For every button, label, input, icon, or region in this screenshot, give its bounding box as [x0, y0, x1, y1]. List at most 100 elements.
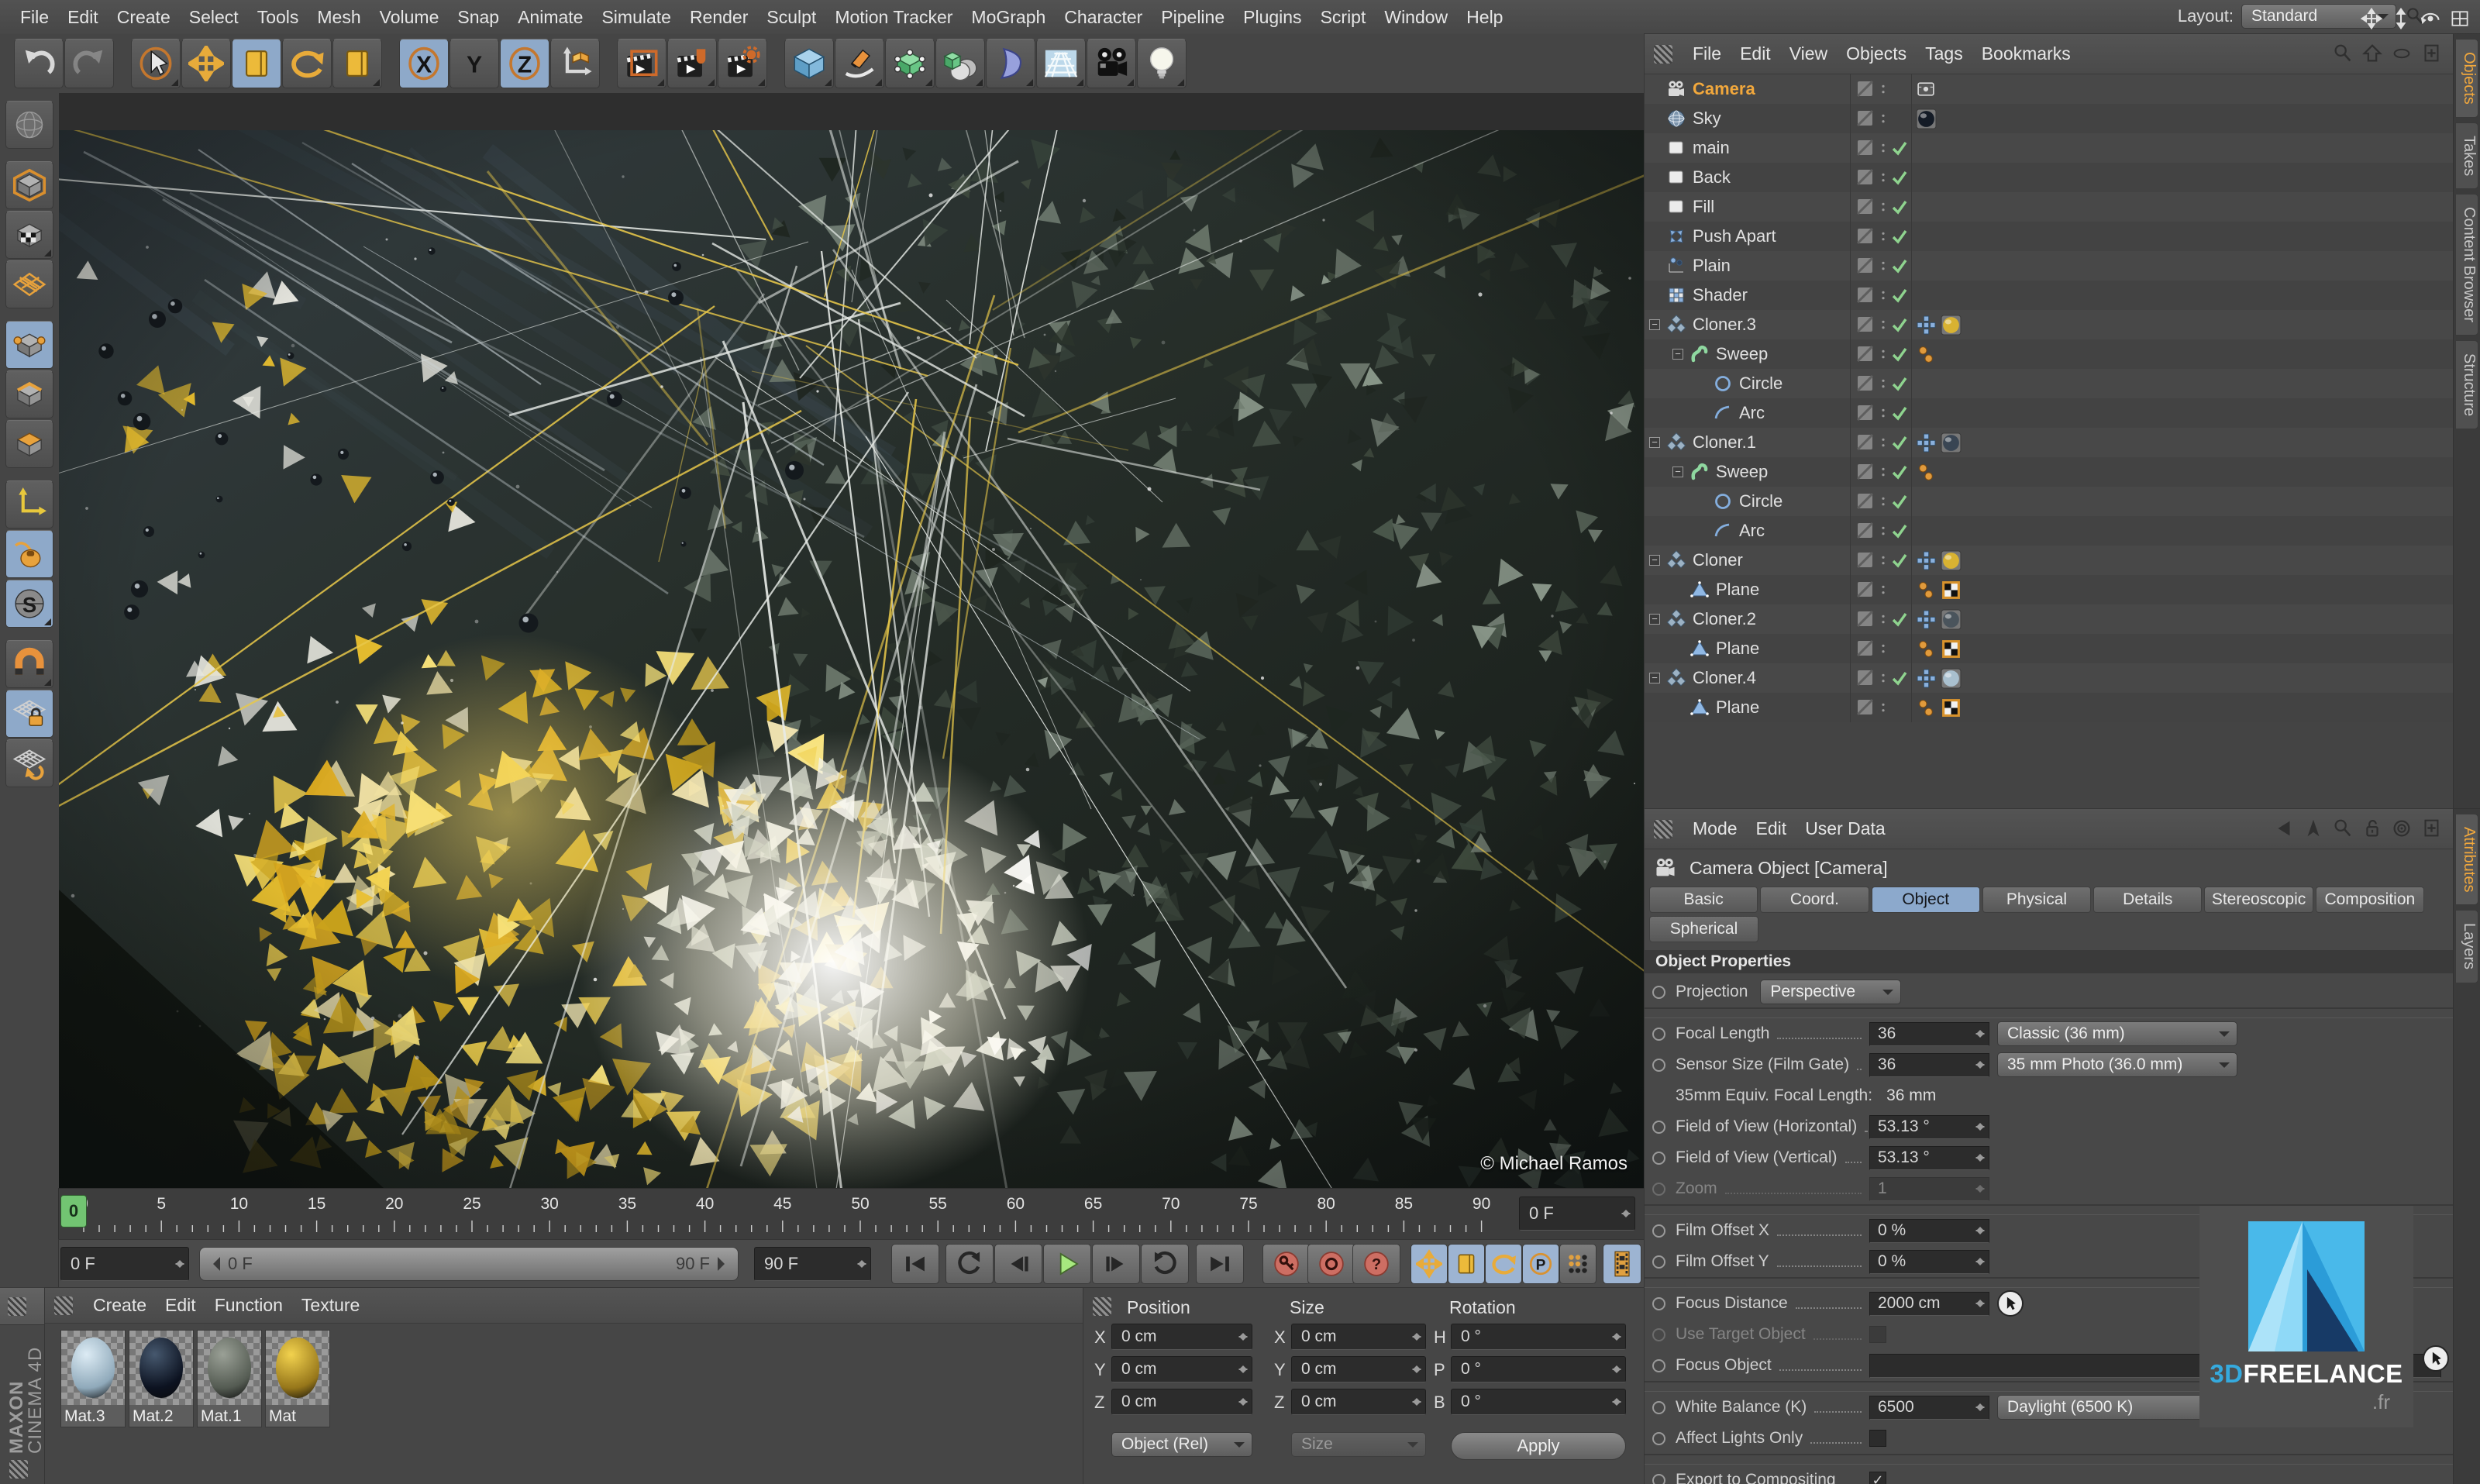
- panel-grip-icon[interactable]: [1654, 820, 1672, 838]
- tab-spherical[interactable]: Spherical: [1649, 916, 1758, 942]
- stepper-icon[interactable]: [1975, 1222, 1985, 1239]
- object-row-main[interactable]: main: [1645, 133, 2454, 163]
- layer-color-swatch[interactable]: [1855, 256, 1876, 276]
- key-rotation-button[interactable]: [1485, 1244, 1522, 1284]
- checker-tag-icon[interactable]: [1941, 580, 1962, 601]
- material-tag-icon[interactable]: [1941, 550, 1962, 571]
- eye-icon[interactable]: [2390, 42, 2413, 65]
- object-menu-tags[interactable]: Tags: [1916, 43, 1972, 64]
- stepper-icon[interactable]: [1412, 1328, 1421, 1345]
- object-row-push-apart[interactable]: Push Apart: [1645, 222, 2454, 251]
- tab-coord-[interactable]: Coord.: [1760, 887, 1869, 913]
- up-arrow-icon[interactable]: [2361, 42, 2384, 65]
- stepper-icon[interactable]: [1238, 1328, 1248, 1345]
- go-to-previous-key-button[interactable]: [946, 1244, 994, 1284]
- position-x-field[interactable]: 0 cm: [1111, 1324, 1252, 1350]
- tab-physical[interactable]: Physical: [1982, 887, 2091, 913]
- stepper-icon[interactable]: [1975, 1025, 1985, 1042]
- spline-pen[interactable]: [835, 39, 884, 88]
- visibility-dots-icon[interactable]: [1877, 197, 1889, 217]
- menu-render[interactable]: Render: [680, 7, 757, 27]
- undo-button[interactable]: [14, 39, 64, 88]
- menu-file[interactable]: File: [11, 7, 58, 27]
- dock-tab-structure[interactable]: Structure: [2455, 340, 2478, 429]
- pan-icon[interactable]: [2361, 8, 2382, 29]
- layer-color-swatch[interactable]: [1855, 285, 1876, 305]
- attr-value-field[interactable]: 53.13 °: [1869, 1146, 1989, 1170]
- dots2-tag-icon[interactable]: [1916, 697, 1937, 718]
- object-row-cloner-3[interactable]: −Cloner.3: [1645, 310, 2454, 339]
- lock-x-axis[interactable]: X: [399, 39, 449, 88]
- collapse-toggle-icon[interactable]: −: [1672, 349, 1683, 360]
- rotate-tool[interactable]: [282, 39, 332, 88]
- stepper-icon[interactable]: [857, 1255, 866, 1272]
- visibility-dots-icon[interactable]: [1877, 226, 1889, 246]
- visibility-dots-icon[interactable]: [1877, 167, 1889, 188]
- stepper-icon[interactable]: [1975, 1149, 1985, 1166]
- keyframe-radio-icon[interactable]: [1652, 1183, 1665, 1196]
- size-y-field[interactable]: 0 cm: [1291, 1356, 1426, 1382]
- size-mode-dropdown[interactable]: Size: [1291, 1432, 1426, 1457]
- viewport-solo-mode[interactable]: [5, 530, 53, 578]
- attr-value-field[interactable]: 6500: [1869, 1396, 1989, 1420]
- keyframe-radio-icon[interactable]: [1652, 1432, 1665, 1445]
- collapse-toggle-icon[interactable]: −: [1649, 319, 1660, 330]
- dots2-tag-icon[interactable]: [1916, 639, 1937, 659]
- material-tag-icon[interactable]: [1941, 668, 1962, 689]
- dock-tab-objects[interactable]: Objects: [2455, 39, 2478, 118]
- attribute-menu-user-data[interactable]: User Data: [1796, 818, 1895, 839]
- position-z-field[interactable]: 0 cm: [1111, 1389, 1252, 1415]
- dock-tab-takes[interactable]: Takes: [2455, 122, 2478, 189]
- frame-range-slider[interactable]: 0 F90 F: [199, 1247, 739, 1281]
- menu-animate[interactable]: Animate: [508, 7, 592, 27]
- visibility-dots-icon[interactable]: [1877, 462, 1889, 482]
- stepper-icon[interactable]: [1238, 1393, 1248, 1410]
- visibility-dots-icon[interactable]: [1877, 580, 1889, 600]
- layer-color-swatch[interactable]: [1855, 432, 1876, 453]
- object-row-cloner[interactable]: −Cloner: [1645, 546, 2454, 575]
- enabled-check-icon[interactable]: [1889, 226, 1910, 246]
- enabled-check-icon[interactable]: [1889, 138, 1910, 158]
- panel-grip-icon[interactable]: [1093, 1297, 1111, 1316]
- visibility-dots-icon[interactable]: [1877, 521, 1889, 541]
- add-camera[interactable]: [1087, 39, 1136, 88]
- object-row-plane[interactable]: Plane: [1645, 693, 2454, 722]
- visibility-dots-icon[interactable]: [1877, 138, 1889, 158]
- material-menu-create[interactable]: Create: [84, 1295, 156, 1316]
- menu-select[interactable]: Select: [180, 7, 248, 27]
- workplane-align[interactable]: [5, 739, 53, 787]
- forward-arrow-icon[interactable]: [2302, 817, 2325, 840]
- object-row-fill[interactable]: Fill: [1645, 192, 2454, 222]
- visibility-dots-icon[interactable]: [1877, 668, 1889, 688]
- visibility-dots-icon[interactable]: [1877, 432, 1889, 453]
- material-tag-icon[interactable]: [1916, 108, 1937, 129]
- mograph-tag-icon[interactable]: [1916, 609, 1937, 630]
- enabled-check-icon[interactable]: [1889, 344, 1910, 364]
- material-tag-icon[interactable]: [1941, 315, 1962, 336]
- material-item[interactable]: Mat.2: [129, 1330, 194, 1427]
- target-icon[interactable]: [2390, 817, 2413, 840]
- tab-composition[interactable]: Composition: [2316, 887, 2424, 913]
- tab-details[interactable]: Details: [2093, 887, 2202, 913]
- collapse-toggle-icon[interactable]: −: [1649, 437, 1660, 448]
- keyframe-selection-button[interactable]: [1603, 1244, 1641, 1284]
- object-row-cloner-1[interactable]: −Cloner.1: [1645, 428, 2454, 457]
- panel-grip-icon[interactable]: [1654, 45, 1672, 64]
- key-scale-button[interactable]: [1448, 1244, 1485, 1284]
- zoomv-icon[interactable]: [2390, 8, 2412, 29]
- workplane-mode[interactable]: [5, 260, 53, 308]
- layer-color-swatch[interactable]: [1855, 609, 1876, 629]
- stepper-icon[interactable]: [1975, 1118, 1985, 1135]
- picker-button[interactable]: [1997, 1290, 2024, 1317]
- menu-create[interactable]: Create: [108, 7, 180, 27]
- object-row-plane[interactable]: Plane: [1645, 634, 2454, 663]
- mograph-tag-icon[interactable]: [1916, 432, 1937, 453]
- visibility-dots-icon[interactable]: [1877, 79, 1889, 99]
- stepper-icon[interactable]: [1975, 1295, 1985, 1312]
- go-to-next-key-button[interactable]: [1141, 1244, 1189, 1284]
- go-to-previous-frame-button[interactable]: [994, 1244, 1042, 1284]
- range-left-arrow-icon[interactable]: [206, 1257, 220, 1271]
- layer-color-swatch[interactable]: [1855, 521, 1876, 541]
- search-icon[interactable]: [2331, 817, 2354, 840]
- attr-value-field[interactable]: 36: [1869, 1022, 1989, 1046]
